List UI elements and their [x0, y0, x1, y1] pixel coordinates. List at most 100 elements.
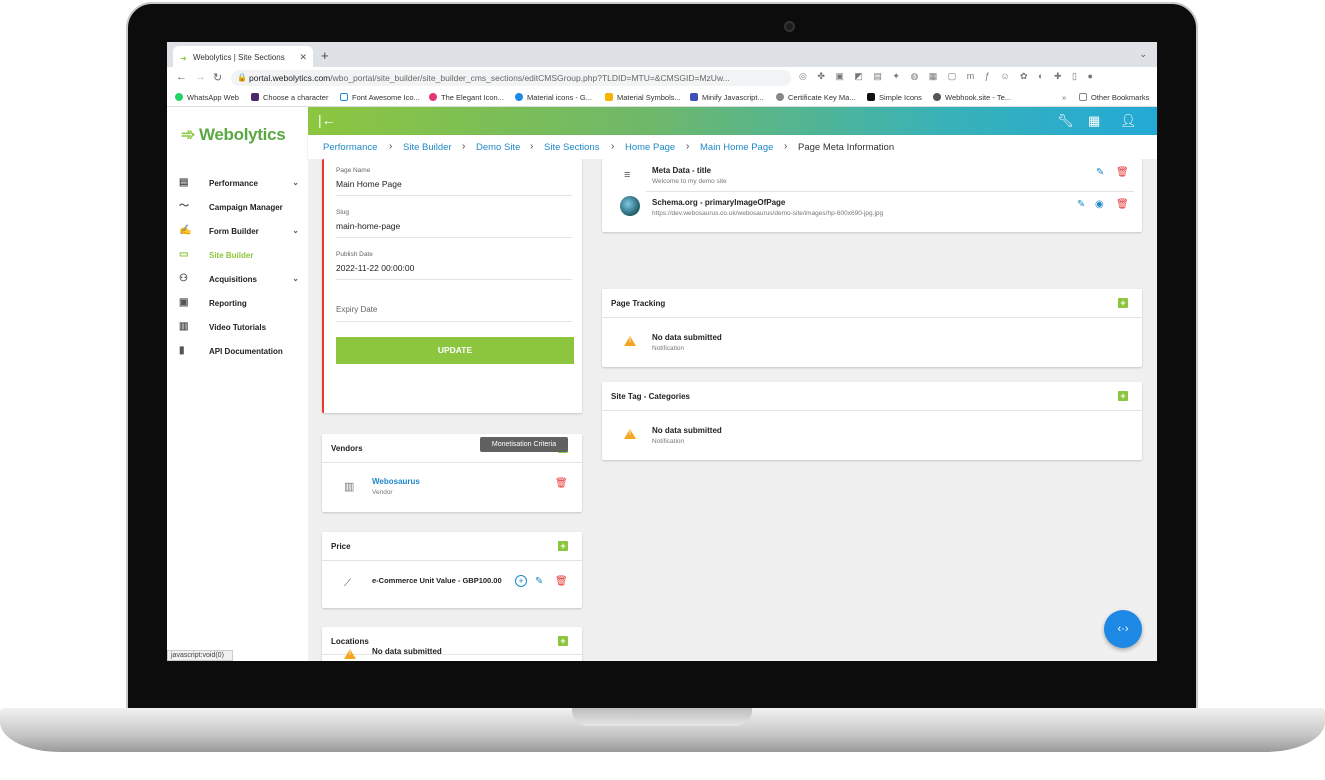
user-icon[interactable]: 👤︎ [1120, 113, 1137, 129]
slug-input[interactable]: main-home-page [336, 221, 400, 231]
edit-price-icon[interactable]: ✎ [535, 576, 543, 587]
status-url: javascript:void(0) [167, 650, 233, 661]
grid-icon[interactable]: ▦ [1088, 113, 1100, 129]
warning-icon: ! [344, 649, 356, 659]
bookmark-simpleicons[interactable]: Simple Icons [867, 93, 922, 102]
browser-tab[interactable]: ➜ Webolytics | Site Sections ✕ [173, 46, 313, 67]
edit-meta-icon[interactable]: ✎ [1096, 167, 1104, 178]
url-input[interactable]: 🔒 portal.webolytics.com/wbo_portal/site_… [231, 70, 791, 86]
sidebar-item-form-builder[interactable]: ✍ Form Builder ⌄ [179, 225, 304, 241]
bookmark-material-icons[interactable]: Material icons - G... [515, 93, 592, 102]
chevron-down-icon[interactable]: ⌄ [292, 226, 299, 235]
notes-icon: ≡ [624, 169, 631, 181]
wrench-icon[interactable]: 🔧︎ [1057, 113, 1074, 129]
breadcrumb-item[interactable]: Site Builder [403, 142, 452, 153]
breadcrumb-item[interactable]: Home Page [625, 142, 675, 153]
sidebar-item-api-documentation[interactable]: ▮ API Documentation [179, 345, 304, 361]
vendor-link[interactable]: Webosaurus [372, 477, 420, 486]
chevron-right-icon: › [611, 141, 615, 152]
locations-empty-text: No data submitted [372, 647, 442, 656]
bookmark-character[interactable]: Choose a character [251, 93, 328, 102]
report-icon: ▣ [179, 297, 189, 308]
page-name-input[interactable]: Main Home Page [336, 179, 402, 189]
warning-icon: ! [624, 429, 636, 439]
page-name-label: Page Name [336, 167, 371, 174]
chevron-down-icon[interactable]: ⌄ [292, 274, 299, 283]
add-location-button[interactable]: + [558, 636, 568, 646]
dashboard-icon: ▤ [179, 177, 189, 188]
expiry-date-input[interactable]: Expiry Date [336, 305, 377, 314]
bookmark-elegant[interactable]: The Elegant Icon... [429, 93, 504, 102]
delete-meta-icon[interactable]: 🗑︎ [1116, 167, 1129, 178]
bookmark-material-symbols[interactable]: Material Symbols... [605, 93, 681, 102]
sidebar-item-label: Video Tutorials [209, 323, 267, 332]
edit-schema-icon[interactable]: ✎ [1077, 199, 1085, 210]
people-icon: ⚇ [179, 273, 188, 284]
back-arrow-icon[interactable]: ← [176, 71, 187, 83]
url-path: /wbo_portal/site_builder/site_builder_cm… [330, 73, 730, 83]
sidebar-item-acquisitions[interactable]: ⚇ Acquisitions ⌄ [179, 273, 304, 289]
categories-empty-sub: Notification [652, 438, 685, 445]
bookmark-certificate[interactable]: Certificate Key Ma... [776, 93, 856, 102]
monetisation-criteria-icon[interactable]: + [515, 575, 527, 587]
add-price-button[interactable]: + [558, 541, 568, 551]
delete-schema-icon[interactable]: 🗑︎ [1116, 199, 1129, 210]
sidebar-item-label: Form Builder [209, 227, 259, 236]
sidebar-item-label: Performance [209, 179, 258, 188]
brand-logo[interactable]: ➾ Webolytics [181, 125, 286, 145]
tracking-title: Page Tracking [611, 299, 666, 308]
breadcrumb-item[interactable]: Main Home Page [700, 142, 773, 153]
divider [322, 462, 582, 463]
sidebar-item-campaign-manager[interactable]: 〜 Campaign Manager [179, 201, 304, 217]
bookmark-fontawesome[interactable]: Font Awesome Ico... [340, 93, 420, 102]
locations-title: Locations [331, 637, 369, 646]
view-schema-icon[interactable]: ◉ [1095, 199, 1104, 210]
tracking-empty-sub: Notification [652, 345, 685, 352]
other-bookmarks[interactable]: Other Bookmarks [1079, 93, 1149, 102]
bookmark-whatsapp[interactable]: WhatsApp Web [175, 93, 239, 102]
app-top-bar: |← 🔧︎ ▦ 👤︎ [308, 107, 1157, 135]
extensions-icon[interactable]: ◎ ✤ ▣ ◩ ▤ ✦ ◍ ▦ ▢ m ƒ ☺ ✿ ◐ ✚ ▯ ● [799, 71, 1097, 82]
add-category-button[interactable]: + [1118, 391, 1128, 401]
close-tab-icon[interactable]: ✕ [299, 52, 307, 63]
delete-price-icon[interactable]: 🗑︎ [555, 576, 568, 587]
delete-vendor-icon[interactable]: 🗑︎ [555, 478, 568, 489]
tab-title: Webolytics | Site Sections [193, 53, 285, 62]
camera [784, 21, 795, 32]
lock-icon: 🔒 [237, 73, 247, 82]
form-icon: ✍ [179, 225, 192, 236]
laptop-frame: ➜ Webolytics | Site Sections ✕ + ⌄ ← → ↻… [0, 0, 1325, 780]
update-button[interactable]: UPDATE [336, 337, 574, 364]
tab-bar: ➜ Webolytics | Site Sections ✕ + ⌄ [167, 42, 1157, 67]
breadcrumb-item[interactable]: Demo Site [476, 142, 520, 153]
sidebar-item-label: Reporting [209, 299, 247, 308]
more-bookmarks-icon[interactable]: » [1062, 93, 1066, 102]
add-tracking-button[interactable]: + [1118, 298, 1128, 308]
sidebar-item-video-tutorials[interactable]: ▥ Video Tutorials [179, 321, 304, 337]
breadcrumb-item[interactable]: Performance [323, 142, 377, 153]
sidebar-item-performance[interactable]: ▤ Performance ⌄ [179, 177, 304, 193]
new-tab-icon[interactable]: + [321, 48, 329, 63]
chevron-down-icon[interactable]: ⌄ [292, 178, 299, 187]
sidebar-item-reporting[interactable]: ▣ Reporting [179, 297, 304, 313]
vendors-title: Vendors [331, 444, 363, 453]
divider [336, 279, 572, 280]
forward-arrow-icon[interactable]: → [195, 71, 206, 83]
reload-icon[interactable]: ↻ [213, 71, 222, 84]
bookmark-webhook[interactable]: Webhook.site - Te... [933, 93, 1011, 102]
screen: ➜ Webolytics | Site Sections ✕ + ⌄ ← → ↻… [167, 42, 1157, 661]
url-host: portal.webolytics.com [249, 73, 331, 83]
breadcrumb-item: Page Meta Information [798, 142, 895, 153]
publish-date-input[interactable]: 2022-11-22 00:00:00 [336, 263, 414, 273]
breadcrumb-item[interactable]: Site Sections [544, 142, 599, 153]
favicon-icon: ➜ [180, 54, 187, 63]
sidebar-item-site-builder[interactable]: ▭ Site Builder [179, 249, 304, 265]
sidebar-item-label: Acquisitions [209, 275, 258, 284]
tab-search-icon[interactable]: ⌄ [1139, 49, 1147, 60]
collapse-sidebar-icon[interactable]: |← [318, 112, 336, 128]
building-icon: ▥ [344, 481, 355, 493]
price-title: Price [331, 542, 351, 551]
code-fab-button[interactable]: ‹·› [1104, 610, 1142, 648]
bookmark-minify[interactable]: Minify Javascript... [690, 93, 764, 102]
meta-title-2: Schema.org - primaryImageOfPage [652, 198, 786, 207]
